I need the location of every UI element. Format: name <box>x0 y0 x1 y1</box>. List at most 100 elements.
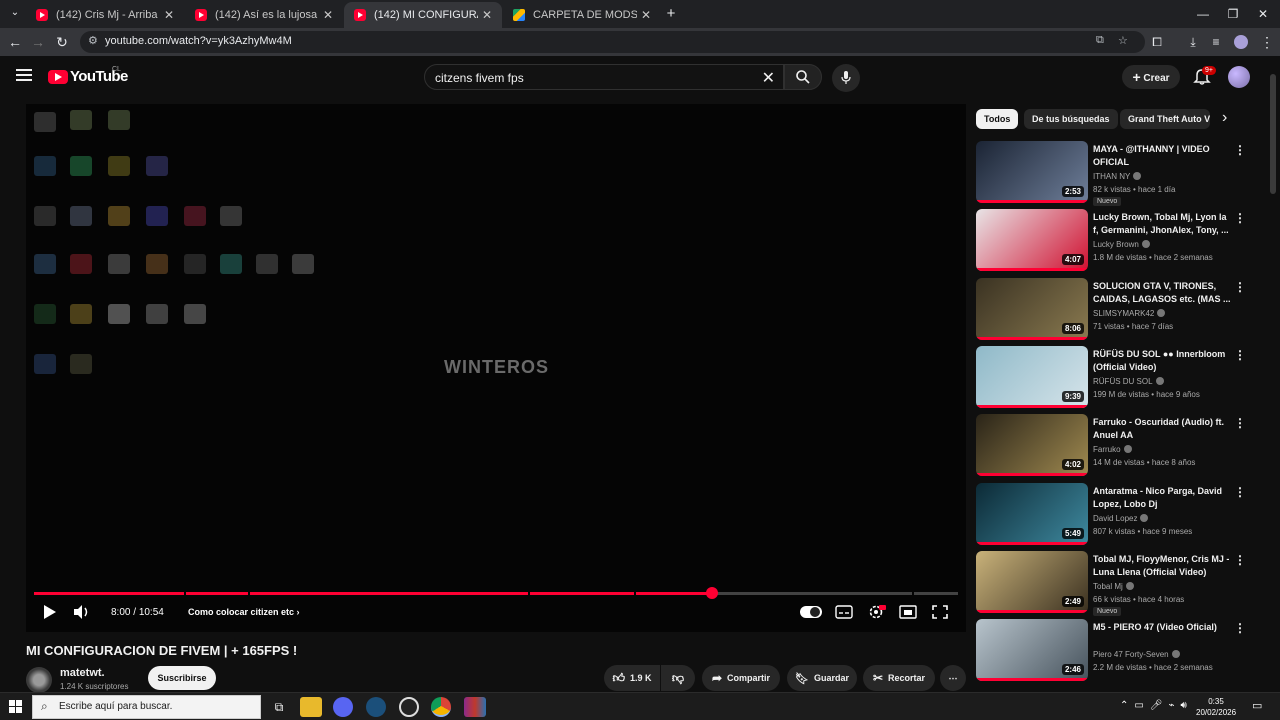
video-title[interactable]: Farruko - Oscuridad (Audio) ft. Anuel AA <box>1093 416 1233 442</box>
video-title[interactable]: MAYA - @ITHANNY | VIDEO OFICIAL <box>1093 143 1233 169</box>
windows-start-icon[interactable] <box>9 700 22 713</box>
winrar-icon[interactable] <box>464 697 486 717</box>
chip-all[interactable]: Todos <box>976 109 1019 129</box>
video-title[interactable]: SOLUCION GTA V, TIRONES, CAIDAS, LAGASOS… <box>1093 280 1233 306</box>
recommended-video[interactable]: 2:53 MAYA - @ITHANNY | VIDEO OFICIAL ITHAN… <box>976 141 1248 206</box>
channel-name[interactable]: SLIMSYMARK42 <box>1093 309 1166 318</box>
video-thumbnail[interactable]: 2:53 <box>976 141 1088 203</box>
volume-icon[interactable] <box>72 604 92 620</box>
autoplay-toggle[interactable] <box>800 606 822 618</box>
video-thumbnail[interactable]: 8:06 <box>976 278 1088 340</box>
close-icon[interactable]: ✕ <box>478 8 496 22</box>
recommended-video[interactable]: 8:06 SOLUCION GTA V, TIRONES, CAIDAS, LAG… <box>976 278 1248 340</box>
recommended-video[interactable]: 5:49 Antaratma - Nico Parga, David Lopez,… <box>976 483 1248 545</box>
more-icon[interactable]: ⋮ <box>1234 485 1246 499</box>
menu-icon[interactable] <box>16 69 32 81</box>
channel-name[interactable]: David Lopez <box>1093 514 1149 523</box>
like-button[interactable]: 👍︎ 1.9 K <box>604 665 660 691</box>
new-tab-button[interactable]: + <box>656 4 686 24</box>
close-icon[interactable]: ✕ <box>160 8 178 22</box>
chevron-right-icon[interactable]: › <box>1222 109 1227 127</box>
more-icon[interactable]: ⋮ <box>1234 348 1246 362</box>
recommended-video[interactable]: 2:46 M5 - PIERO 47 (Video Oficial) Piero 4… <box>976 619 1248 681</box>
install-app-icon[interactable]: ⧉ <box>1096 34 1104 47</box>
more-icon[interactable]: ⋮ <box>1234 553 1246 567</box>
recommended-video[interactable]: 9:39 RÜFÜS DU SOL ●● Innerbloom (Official… <box>976 346 1248 408</box>
close-icon[interactable]: ✕ <box>319 8 337 22</box>
more-icon[interactable]: ⋮ <box>1234 143 1246 157</box>
more-icon[interactable]: ⋮ <box>1234 280 1246 294</box>
download-icon[interactable]: ⤓ <box>1182 32 1204 52</box>
channel-name[interactable]: ITHAN NY <box>1093 172 1142 181</box>
youtube-logo[interactable]: YouTube CL <box>48 66 128 85</box>
create-button[interactable]: + Crear <box>1122 65 1180 89</box>
video-title[interactable]: Antaratma - Nico Parga, David Lopez, Lob… <box>1093 485 1233 511</box>
video-title[interactable]: M5 - PIERO 47 (Video Oficial) <box>1093 621 1233 634</box>
subtitles-icon[interactable] <box>834 604 854 620</box>
channel-name[interactable]: Tobal Mj <box>1093 582 1134 591</box>
scrollbar[interactable] <box>1270 74 1276 194</box>
video-thumbnail[interactable]: 2:46 <box>976 619 1088 681</box>
channel-name[interactable]: Piero 47 Forty-Seven <box>1093 650 1180 659</box>
video-title[interactable]: Tobal MJ, FloyyMenor, Cris MJ - Luna Lle… <box>1093 553 1233 579</box>
save-button[interactable]: 🔖︎ Guardar <box>787 665 857 691</box>
settings-gear-icon[interactable] <box>866 604 886 620</box>
channel-avatar[interactable] <box>26 667 52 693</box>
search-button[interactable] <box>784 64 822 90</box>
reading-list-icon[interactable]: ≡ <box>1205 32 1227 52</box>
system-clock[interactable]: 0:35 20/02/2026 <box>1196 696 1236 718</box>
share-button[interactable]: ➦ Compartir <box>702 665 780 691</box>
close-icon[interactable]: ✕ <box>637 8 655 22</box>
voice-search-button[interactable] <box>832 64 860 92</box>
menu-icon[interactable]: ⋮ <box>1256 32 1278 52</box>
extensions-icon[interactable]: ⧠ <box>1146 32 1168 52</box>
play-icon[interactable] <box>40 604 60 620</box>
more-icon[interactable]: ⋮ <box>1234 211 1246 225</box>
dislike-button[interactable]: 👎︎ <box>661 665 695 691</box>
close-window-button[interactable]: ✕ <box>1248 4 1278 24</box>
browser-tab-3[interactable]: (142) MI CONFIGURACION DE FI ✕ <box>344 2 502 28</box>
miniplayer-icon[interactable] <box>898 604 918 620</box>
channel-name[interactable]: RÜFÜS DU SOL <box>1093 377 1164 386</box>
profile-avatar[interactable] <box>1230 32 1252 52</box>
channel-name[interactable]: Farruko <box>1093 445 1132 454</box>
notification-center-icon[interactable]: ▭ <box>1252 699 1262 712</box>
account-avatar[interactable] <box>1228 66 1250 88</box>
restore-button[interactable]: ❐ <box>1218 4 1248 24</box>
minimize-button[interactable]: — <box>1188 4 1218 24</box>
system-tray-icons[interactable]: ⌃▭🎤︎⌁🔊︎ <box>1120 700 1193 711</box>
more-icon[interactable]: ⋮ <box>1234 621 1246 635</box>
more-actions-button[interactable]: ⋯ <box>940 665 966 691</box>
video-thumbnail[interactable]: 9:39 <box>976 346 1088 408</box>
steam-icon[interactable] <box>366 697 386 717</box>
recommended-video[interactable]: 2:49 Tobal MJ, FloyyMenor, Cris MJ - Luna… <box>976 551 1248 616</box>
video-thumbnail[interactable]: 4:07 <box>976 209 1088 271</box>
chip-gta[interactable]: Grand Theft Auto V <box>1120 109 1210 129</box>
back-button[interactable]: ← <box>4 32 26 52</box>
search-input[interactable]: citzens fivem fps ✕ <box>424 64 784 90</box>
video-thumbnail[interactable]: 4:02 <box>976 414 1088 476</box>
discord-icon[interactable] <box>333 697 353 717</box>
tab-search-button[interactable]: ⌄ <box>4 3 26 23</box>
scrubber-handle[interactable] <box>706 587 718 599</box>
taskbar-search-input[interactable]: ⌕ Escribe aquí para buscar. <box>32 695 261 719</box>
recommended-video[interactable]: 4:02 Farruko - Oscuridad (Audio) ft. Anue… <box>976 414 1248 476</box>
browser-tab-1[interactable]: (142) Cris Mj - Arriba Del Merca ✕ <box>26 2 184 28</box>
browser-tab-2[interactable]: (142) Así es la lujosa casa de De ✕ <box>185 2 343 28</box>
forward-button[interactable]: → <box>27 32 49 52</box>
clear-search-icon[interactable]: ✕ <box>762 68 775 88</box>
rockstar-icon[interactable] <box>399 697 419 717</box>
site-info-icon[interactable]: ⚙ <box>88 34 98 47</box>
recommended-video[interactable]: 4:07 Lucky Brown, Tobal Mj, Lyon la f, Ge… <box>976 209 1248 271</box>
subscribe-button[interactable]: Suscribirse <box>148 666 216 690</box>
video-player[interactable]: WINTEROS 8:00 / 10:54 Como colocar citiz… <box>26 104 966 632</box>
channel-name[interactable]: Lucky Brown <box>1093 240 1150 249</box>
chapter-title[interactable]: Como colocar citizen etc › <box>188 607 300 617</box>
chip-searches[interactable]: De tus búsquedas <box>1024 109 1118 129</box>
file-explorer-icon[interactable] <box>300 697 322 717</box>
video-title[interactable]: RÜFÜS DU SOL ●● Innerbloom (Official Vid… <box>1093 348 1233 374</box>
bookmark-star-icon[interactable]: ☆ <box>1118 34 1128 47</box>
channel-name[interactable]: matetwt. <box>60 667 105 679</box>
video-thumbnail[interactable]: 5:49 <box>976 483 1088 545</box>
task-view-icon[interactable]: ⧉ <box>268 697 290 717</box>
